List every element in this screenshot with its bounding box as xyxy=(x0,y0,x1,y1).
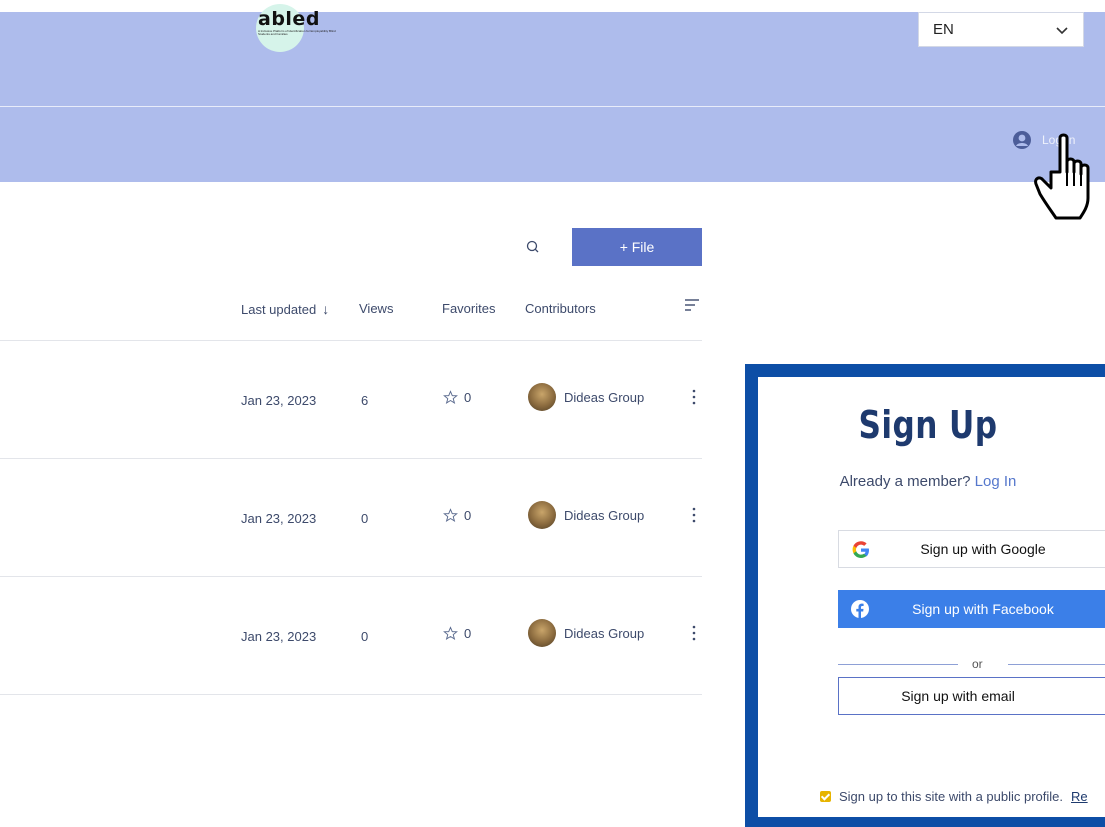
facebook-icon xyxy=(851,600,869,618)
divider-line xyxy=(838,664,958,665)
row-divider xyxy=(0,694,702,695)
member-prompt-text: Already a member? xyxy=(839,473,971,490)
hand-pointer-icon xyxy=(1034,133,1090,220)
contributor-name: Dideas Group xyxy=(564,389,645,405)
facebook-signup-button[interactable]: Sign up with Facebook xyxy=(838,590,1105,628)
signup-modal: Sign Up Already a member? Log In Sign up… xyxy=(745,364,1105,827)
cell-last-updated: Jan 23, 2023 xyxy=(241,393,317,408)
or-divider: or xyxy=(838,657,1105,671)
sort-arrow: ↓ xyxy=(322,301,330,317)
favorites-count: 0 xyxy=(464,508,472,523)
public-profile-checkbox[interactable] xyxy=(820,791,831,802)
cell-last-updated: Jan 23, 2023 xyxy=(241,629,317,644)
email-signup-label: Sign up with email xyxy=(901,688,1015,704)
star-outline-icon xyxy=(443,390,458,404)
kebab-menu-icon[interactable] xyxy=(691,625,697,641)
table-row[interactable]: Jan 23, 2023 6 0 Dideas Group xyxy=(0,341,702,458)
user-circle-icon xyxy=(1013,131,1031,149)
star-outline-icon xyxy=(443,508,458,522)
sort-lines-icon[interactable] xyxy=(684,298,700,312)
divider-line xyxy=(1008,664,1105,665)
site-logo[interactable]: abled A Inclusive Platform of Identifica… xyxy=(250,4,346,54)
cell-contributor[interactable]: Dideas Group xyxy=(528,383,644,411)
favorite-toggle[interactable]: 0 xyxy=(443,508,471,523)
column-label-last-updated: Last updated xyxy=(241,302,317,317)
cell-contributor[interactable]: Dideas Group xyxy=(528,501,644,529)
kebab-menu-icon[interactable] xyxy=(691,389,697,405)
favorites-count: 0 xyxy=(464,626,472,641)
cell-views: 6 xyxy=(361,393,369,408)
google-signup-button[interactable]: Sign up with Google xyxy=(838,530,1105,568)
logo-text: abled xyxy=(258,8,320,30)
table-row[interactable]: Jan 23, 2023 0 0 Dideas Group xyxy=(0,577,702,694)
search-icon[interactable] xyxy=(524,238,542,256)
favorite-toggle[interactable]: 0 xyxy=(443,390,471,405)
language-select[interactable]: EN xyxy=(918,12,1084,47)
column-header-favorites[interactable]: Favorites xyxy=(442,301,495,316)
public-profile-text: Sign up to this site with a public profi… xyxy=(839,789,1064,804)
table-row[interactable]: Jan 23, 2023 0 0 Dideas Group xyxy=(0,459,702,576)
contributor-name: Dideas Group xyxy=(564,507,645,523)
google-icon xyxy=(852,541,869,558)
chevron-down-icon xyxy=(1056,26,1068,34)
cell-last-updated: Jan 23, 2023 xyxy=(241,511,317,526)
language-value: EN xyxy=(933,21,954,38)
login-link[interactable]: Log In xyxy=(975,473,1017,490)
favorites-count: 0 xyxy=(464,390,472,405)
contributor-name: Dideas Group xyxy=(564,625,645,641)
avatar xyxy=(528,501,556,529)
email-signup-button[interactable]: Sign up with email xyxy=(838,677,1105,715)
cell-views: 0 xyxy=(361,511,369,526)
avatar xyxy=(528,619,556,647)
or-text: or xyxy=(972,657,983,671)
column-header-contributors[interactable]: Contributors xyxy=(525,301,596,316)
avatar xyxy=(528,383,556,411)
cell-views: 0 xyxy=(361,629,369,644)
logo-subtext: A Inclusive Platform of Identification f… xyxy=(258,29,336,36)
kebab-menu-icon[interactable] xyxy=(691,507,697,523)
signup-title: Sign Up xyxy=(858,403,998,447)
member-prompt: Already a member? Log In xyxy=(758,473,1098,490)
column-header-views[interactable]: Views xyxy=(359,301,393,316)
column-header-last-updated[interactable]: Last updated ↓ xyxy=(241,301,329,317)
site-header: abled A Inclusive Platform of Identifica… xyxy=(0,4,1105,182)
public-profile-option: Sign up to this site with a public profi… xyxy=(820,789,1088,804)
favorite-toggle[interactable]: 0 xyxy=(443,626,471,641)
read-more-link[interactable]: Re xyxy=(1071,789,1088,804)
header-divider xyxy=(0,106,1105,107)
signup-panel: Sign Up Already a member? Log In Sign up… xyxy=(758,377,1105,817)
add-file-button[interactable]: + File xyxy=(572,228,702,266)
google-signup-label: Sign up with Google xyxy=(920,541,1046,557)
star-outline-icon xyxy=(443,626,458,640)
facebook-signup-label: Sign up with Facebook xyxy=(912,601,1054,617)
cell-contributor[interactable]: Dideas Group xyxy=(528,619,644,647)
